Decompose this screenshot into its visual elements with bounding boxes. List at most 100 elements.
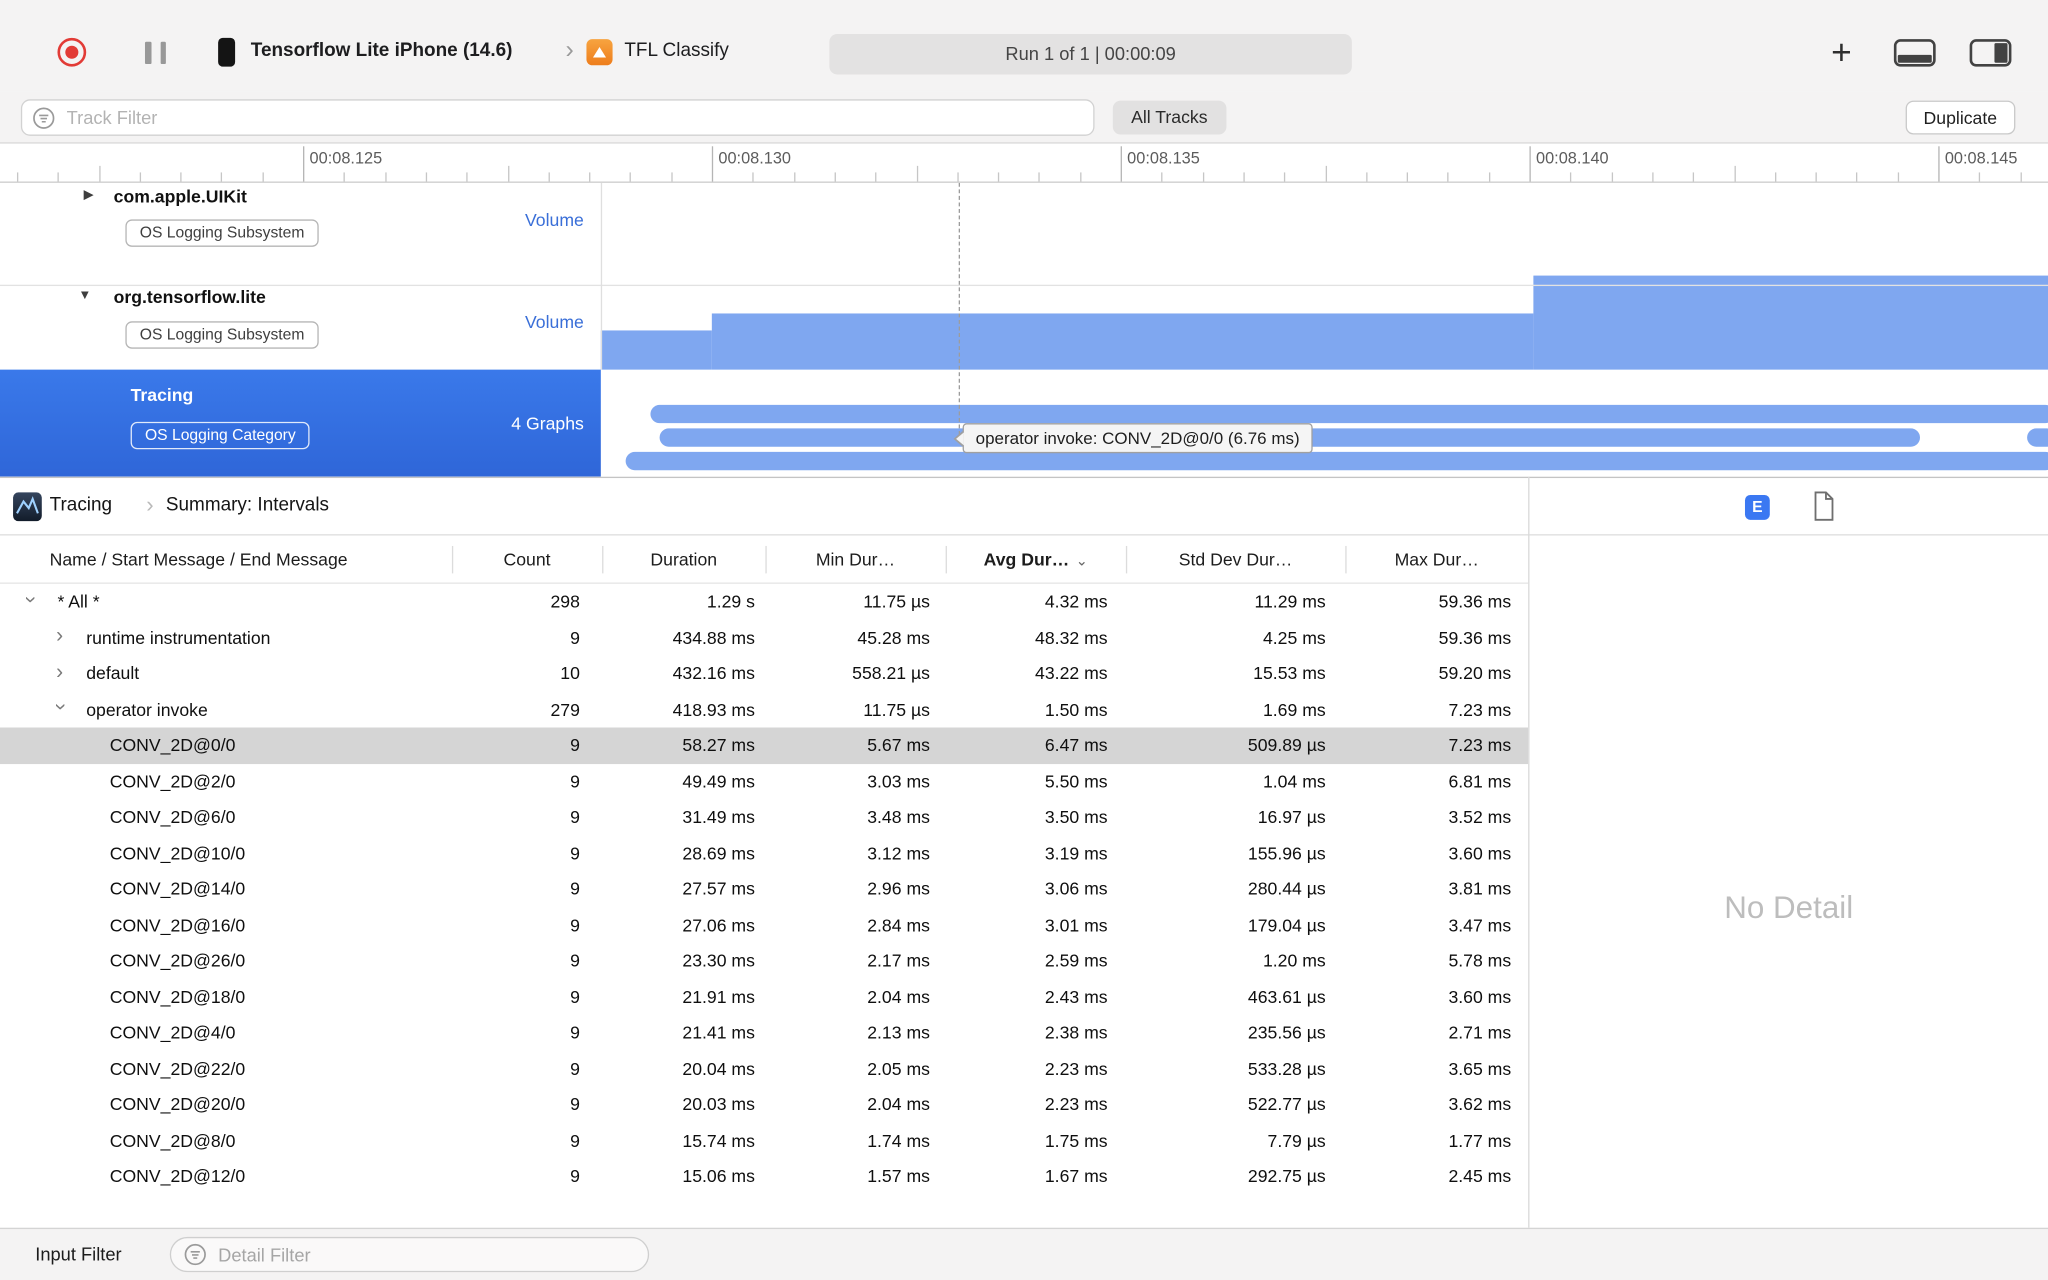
row-name: CONV_2D@10/0 [109,843,246,864]
track-meta-label[interactable]: Volume [525,210,584,230]
column-header-avg[interactable]: Avg Dur… ⌄ [946,549,1126,569]
table-cell: 432.16 ms [672,663,755,684]
interval-tooltip: operator invoke: CONV_2D@0/0 (6.76 ms) [953,423,1313,454]
row-name-cell: CONV_2D@18/0 [0,979,452,1015]
track-filter-field[interactable] [20,99,1095,136]
toggle-right-pane-button[interactable] [1969,39,2012,67]
table-cell: 9 [570,627,580,648]
playhead-line [958,182,960,435]
toggle-bottom-pane-button[interactable] [1893,39,1936,67]
table-row[interactable]: › * All * 298 1.29 s 11.75 µs 4.32 ms 11.29 ms… [0,584,1528,620]
row-name: CONV_2D@26/0 [109,951,246,971]
row-name: CONV_2D@2/0 [109,771,236,792]
track-title[interactable]: org.tensorflow.lite [114,287,266,307]
table-cell: 2.84 ms [867,915,930,935]
track-meta-label[interactable]: 4 Graphs [511,414,584,434]
add-instrument-button[interactable]: + [1831,31,1852,73]
table-cell: 59.36 ms [1438,592,1512,612]
table-cell: 15.06 ms [682,1166,755,1187]
ruler-tick [1447,172,1449,182]
chevron-down-icon[interactable]: › [49,704,71,711]
table-cell: 9 [570,915,580,935]
table-row[interactable]: CONV_2D@14/0 9 27.57 ms 2.96 ms 3.06 ms 280.4… [0,871,1528,907]
document-icon[interactable] [1810,490,1836,530]
pause-button[interactable] [144,41,166,64]
table-cell: 509.89 µs [1247,735,1326,756]
table-cell: 2.71 ms [1448,1023,1512,1043]
ruler-tick [1202,172,1204,182]
detail-filter-input[interactable] [215,1242,635,1267]
row-name: runtime instrumentation [86,627,271,648]
table-row[interactable]: CONV_2D@6/0 9 31.49 ms 3.48 ms 3.50 ms 16.97 … [0,799,1528,835]
ruler-tick [1120,146,1122,182]
table-cell: 7.79 µs [1267,1130,1326,1151]
table-cell: 3.65 ms [1448,1058,1512,1079]
row-name: CONV_2D@4/0 [109,1023,236,1043]
interval-lane-bar[interactable] [650,404,2048,424]
column-header-max[interactable]: Max Dur… [1345,549,1528,569]
table-cell: 7.23 ms [1448,735,1512,756]
ruler-tick [1488,172,1490,182]
ruler-tick [303,146,305,182]
table-row[interactable]: › operator invoke 279 418.93 ms 11.75 µs 1.50… [0,692,1528,728]
table-cell: 3.12 ms [867,843,930,864]
column-separator [602,545,604,574]
expanded-detail-button[interactable]: E [1744,495,1770,520]
panel-divider[interactable] [1528,476,1530,1228]
ruler-label: 00:08.130 [718,148,791,168]
duplicate-button[interactable]: Duplicate [1905,100,2016,135]
table-row[interactable]: CONV_2D@26/0 9 23.30 ms 2.17 ms 2.59 ms 1.20 … [0,943,1528,979]
table-row[interactable]: CONV_2D@12/0 9 15.06 ms 1.57 ms 1.67 ms 292.7… [0,1159,1528,1195]
row-name-cell: CONV_2D@4/0 [0,1015,452,1051]
table-row[interactable]: CONV_2D@2/0 9 49.49 ms 3.03 ms 5.50 ms 1.04 m… [0,763,1528,799]
table-row[interactable]: CONV_2D@20/0 9 20.03 ms 2.04 ms 2.23 ms 522.7… [0,1087,1528,1123]
table-row[interactable]: CONV_2D@22/0 9 20.04 ms 2.05 ms 2.23 ms 533.2… [0,1051,1528,1087]
record-button[interactable] [57,37,87,67]
detail-filter-field[interactable] [169,1236,650,1273]
table-row[interactable]: CONV_2D@0/0 9 58.27 ms 5.67 ms 6.47 ms 509.89… [0,727,1529,764]
chevron-right-icon[interactable]: › [56,662,63,683]
track-meta-label[interactable]: Volume [525,312,584,332]
ruler-tick [384,172,387,182]
table-row[interactable]: CONV_2D@18/0 9 21.91 ms 2.04 ms 2.43 ms 463.6… [0,979,1528,1015]
column-header-duration[interactable]: Duration [602,549,765,569]
timeline-ruler[interactable]: 00:08.125 00:08.130 00:08.135 00:08.140 00:0… [0,143,2048,183]
table-row[interactable]: › runtime instrumentation 9 434.88 ms 45.28 … [0,620,1528,656]
table-cell: 1.57 ms [867,1166,930,1187]
ruler-tick [343,172,346,182]
ruler-tick [2020,172,2022,182]
table-cell: 31.49 ms [682,807,755,828]
chevron-right-icon[interactable]: › [56,626,63,647]
table-row[interactable]: CONV_2D@16/0 9 27.06 ms 2.84 ms 3.01 ms 179.0… [0,907,1528,943]
track-title[interactable]: com.apple.UIKit [114,187,247,207]
ruler-tick [1365,172,1368,182]
table-row[interactable]: › default 10 432.16 ms 558.21 µs 43.22 ms 15.5… [0,656,1528,692]
interval-lane-bar[interactable] [625,451,2048,471]
table-row[interactable]: CONV_2D@4/0 9 21.41 ms 2.13 ms 2.38 ms 235.56… [0,1015,1528,1051]
breadcrumb-summary[interactable]: Summary: Intervals [166,495,329,516]
row-name: CONV_2D@6/0 [109,807,236,828]
ruler-label: 00:08.140 [1536,148,1609,168]
column-header-stddev[interactable]: Std Dev Dur… [1126,549,1345,569]
interval-lane-bar[interactable] [2027,428,2048,447]
breadcrumb-instrument[interactable]: Tracing [50,495,112,516]
ruler-tick [1897,172,1899,182]
column-header-name[interactable]: Name / Start Message / End Message [0,549,452,569]
column-header-count[interactable]: Count [452,549,602,569]
disclosure-triangle-down-icon[interactable]: ▼ [78,289,91,303]
column-header-min[interactable]: Min Dur… [765,549,945,569]
chevron-down-icon[interactable]: › [19,596,41,603]
disclosure-triangle-right-icon[interactable]: ▶ [84,188,94,202]
ruler-tick [1284,172,1286,182]
target-selector[interactable]: TFL Classify [624,40,729,61]
track-title[interactable]: Tracing [131,385,194,405]
device-selector[interactable]: Tensorflow Lite iPhone (14.6) [251,40,513,61]
table-row[interactable]: CONV_2D@8/0 9 15.74 ms 1.74 ms 1.75 ms 7.79 µ… [0,1123,1528,1159]
ruler-label: 00:08.125 [309,148,383,168]
track-filter-input[interactable] [64,105,1083,130]
table-row[interactable]: CONV_2D@10/0 9 28.69 ms 3.12 ms 3.19 ms 155.9… [0,835,1528,871]
all-tracks-button[interactable]: All Tracks [1112,100,1226,135]
table-cell: 7.23 ms [1448,699,1512,720]
ruler-tick [16,172,19,182]
volume-graph-segment [1533,275,2048,370]
